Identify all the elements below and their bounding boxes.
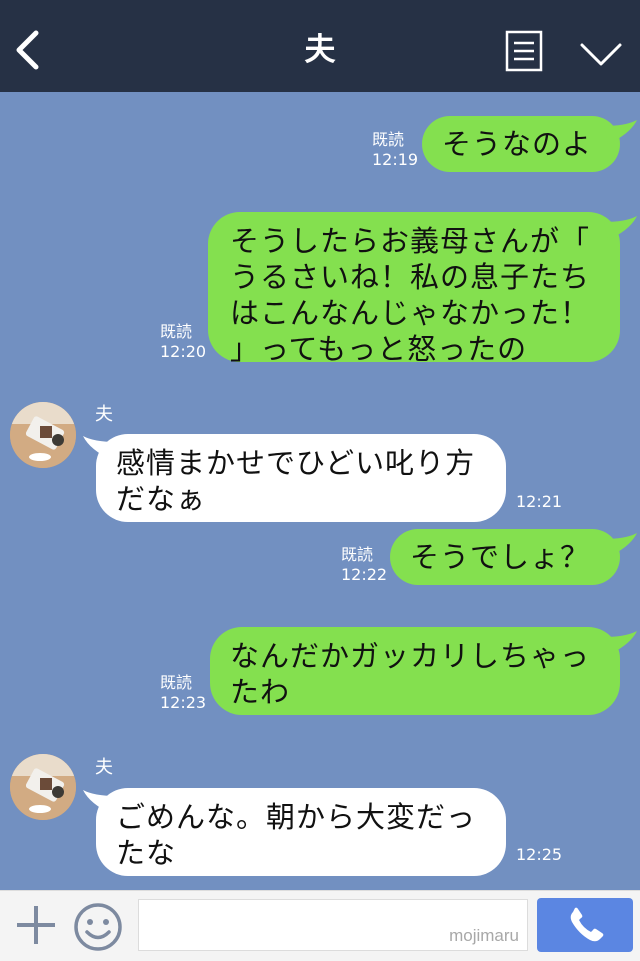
bubble-tail: [604, 533, 637, 557]
message-bubble-sent[interactable]: そうなのよ: [422, 116, 620, 172]
message-list[interactable]: 既読 12:19 そうなのよ 既読 12:20 そうしたらお義母さんが「 うるさいね…: [0, 92, 640, 890]
input-bar: mojimaru: [0, 890, 640, 961]
read-receipt: 既読 12:20: [160, 322, 207, 361]
message-time: 12:25: [516, 845, 563, 864]
message-bubble-sent[interactable]: そうでしょ？: [390, 529, 620, 585]
avatar[interactable]: [10, 754, 76, 820]
sender-name: 夫: [95, 757, 113, 778]
phone-icon: [570, 907, 604, 942]
smiley-icon[interactable]: [72, 901, 124, 953]
message-bubble-sent[interactable]: なんだかガッカリしちゃっ たわ: [210, 627, 620, 715]
message-time: 12:21: [516, 492, 563, 511]
chevron-down-icon[interactable]: [579, 40, 623, 68]
bubble-tail: [604, 631, 637, 655]
message-input[interactable]: mojimaru: [138, 899, 528, 951]
notes-icon[interactable]: [505, 30, 543, 72]
read-receipt: 既読 12:19: [372, 130, 419, 169]
message-bubble-received[interactable]: ごめんな。朝から大変だっ たな: [96, 788, 506, 876]
bubble-tail: [604, 120, 637, 144]
avatar[interactable]: [10, 402, 76, 468]
chat-header: 夫: [0, 0, 640, 92]
sender-name: 夫: [95, 404, 113, 425]
read-receipt: 既読 12:23: [160, 673, 207, 712]
watermark: mojimaru: [449, 926, 519, 945]
chat-title: 夫: [304, 32, 336, 68]
message-bubble-sent[interactable]: そうしたらお義母さんが「 うるさいね！私の息子たち はこんなんじゃなかった！ 」…: [208, 212, 620, 366]
read-receipt: 既読 12:22: [341, 545, 388, 584]
call-button[interactable]: [537, 898, 633, 952]
plus-icon[interactable]: [14, 903, 58, 947]
message-bubble-received[interactable]: 感情まかせでひどい叱り方 だなぁ: [96, 434, 506, 522]
bubble-tail: [604, 216, 637, 240]
